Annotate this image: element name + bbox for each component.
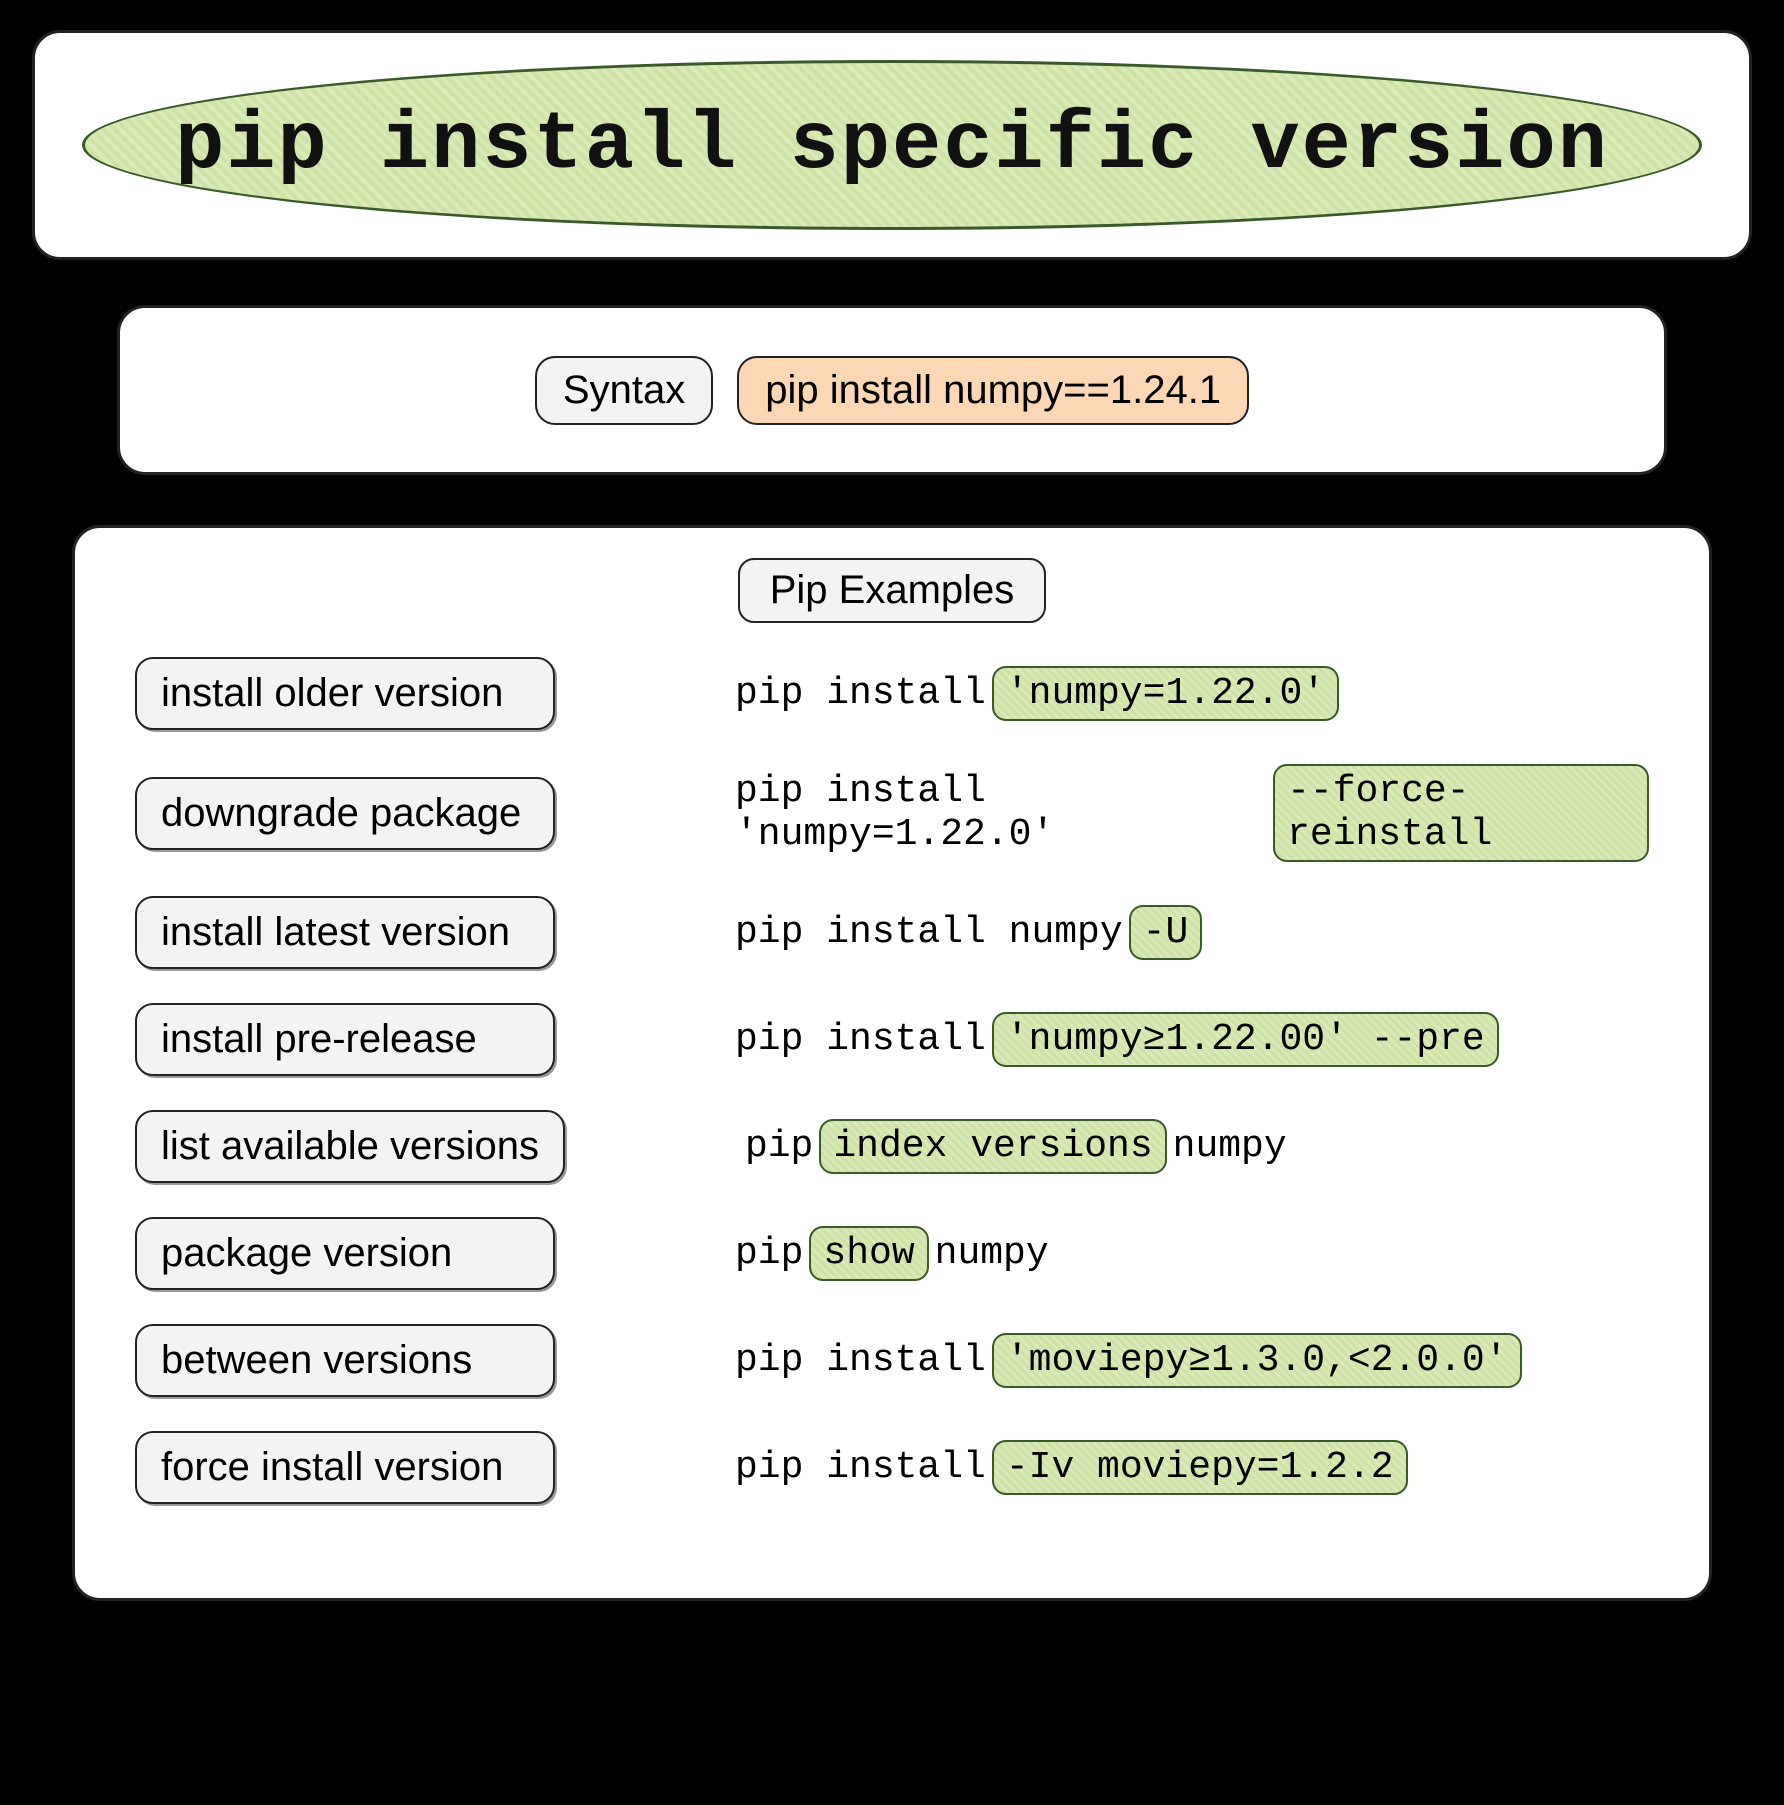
examples-list: install older version pip install 'numpy=… <box>135 657 1649 1504</box>
example-command-highlight: -U <box>1129 905 1203 960</box>
example-command-highlight: 'numpy≥1.22.00' --pre <box>992 1012 1499 1067</box>
example-command-highlight: 'numpy=1.22.0' <box>992 666 1339 721</box>
example-command: pip show numpy <box>735 1226 1649 1281</box>
example-command-highlight: 'moviepy≥1.3.0,<2.0.0' <box>992 1333 1522 1388</box>
example-command-highlight: --force-reinstall <box>1273 764 1649 862</box>
example-command-post: numpy <box>935 1232 1049 1275</box>
example-command-pre: pip <box>735 1232 803 1275</box>
example-label: between versions <box>135 1324 555 1397</box>
example-command: pip install 'numpy=1.22.0' <box>735 666 1649 721</box>
example-row: list available versions pip index version… <box>135 1110 1649 1183</box>
example-command-pre: pip install <box>735 1339 986 1382</box>
example-label: install older version <box>135 657 555 730</box>
example-command-highlight: show <box>809 1226 928 1281</box>
example-label: install latest version <box>135 896 555 969</box>
example-row: install older version pip install 'numpy=… <box>135 657 1649 730</box>
example-row: package version pip show numpy <box>135 1217 1649 1290</box>
example-command-pre: pip <box>745 1125 813 1168</box>
syntax-label: Syntax <box>535 356 713 425</box>
example-command-pre: pip install <box>735 1018 986 1061</box>
example-label: list available versions <box>135 1110 565 1183</box>
example-row: between versions pip install 'moviepy≥1.3… <box>135 1324 1649 1397</box>
example-label: package version <box>135 1217 555 1290</box>
examples-header-wrap: Pip Examples <box>135 558 1649 623</box>
example-label: force install version <box>135 1431 555 1504</box>
title-ellipse: pip install specific version <box>82 60 1702 230</box>
example-label: install pre-release <box>135 1003 555 1076</box>
example-command: pip install 'numpy≥1.22.00' --pre <box>735 1012 1649 1067</box>
example-command-pre: pip install <box>735 1446 986 1489</box>
example-row: install latest version pip install numpy … <box>135 896 1649 969</box>
example-command: pip install 'moviepy≥1.3.0,<2.0.0' <box>735 1333 1649 1388</box>
examples-header: Pip Examples <box>738 558 1047 623</box>
examples-card: Pip Examples install older version pip in… <box>72 525 1712 1601</box>
example-command: pip install -Iv moviepy=1.2.2 <box>735 1440 1649 1495</box>
example-row: install pre-release pip install 'numpy≥1.… <box>135 1003 1649 1076</box>
syntax-card: Syntax pip install numpy==1.24.1 <box>117 305 1667 475</box>
example-command: pip install 'numpy=1.22.0' --force-reins… <box>735 764 1649 862</box>
example-command: pip install numpy -U <box>735 905 1649 960</box>
example-command: pip index versions numpy <box>745 1119 1649 1174</box>
example-label: downgrade package <box>135 777 555 850</box>
example-command-highlight: -Iv moviepy=1.2.2 <box>992 1440 1408 1495</box>
title-card: pip install specific version <box>32 30 1752 260</box>
example-command-pre: pip install <box>735 672 986 715</box>
example-command-post: numpy <box>1173 1125 1287 1168</box>
example-command-pre: pip install numpy <box>735 911 1123 954</box>
example-command-highlight: index versions <box>819 1119 1166 1174</box>
example-command-pre: pip install 'numpy=1.22.0' <box>735 770 1267 856</box>
example-row: downgrade package pip install 'numpy=1.22… <box>135 764 1649 862</box>
syntax-command: pip install numpy==1.24.1 <box>737 356 1249 425</box>
example-row: force install version pip install -Iv mov… <box>135 1431 1649 1504</box>
page-title: pip install specific version <box>175 99 1609 192</box>
